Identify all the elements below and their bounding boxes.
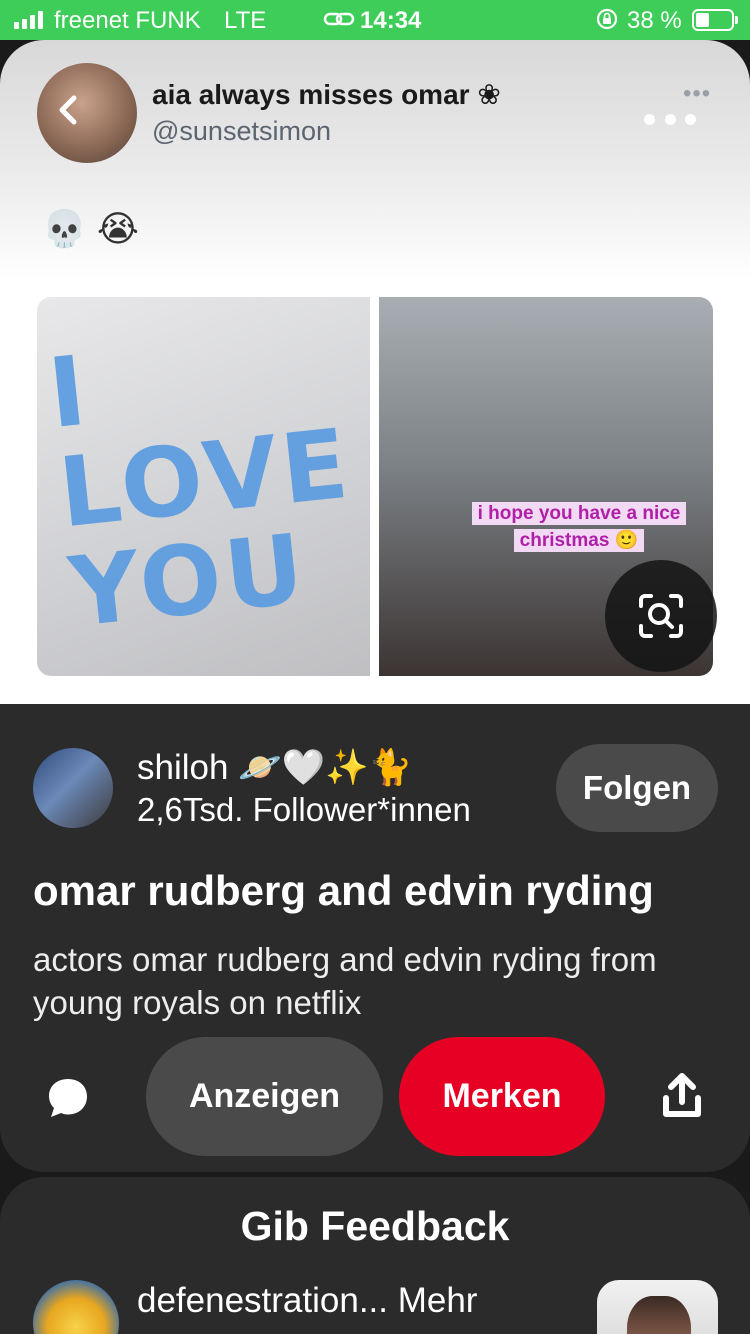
feedback-user-avatar[interactable]: [33, 1280, 119, 1334]
carrier-name: freenet FUNK: [54, 7, 201, 34]
more-options-button[interactable]: [644, 104, 696, 134]
caption-line-1: i hope you have a nice: [471, 502, 687, 525]
comment-button[interactable]: [40, 1070, 96, 1126]
share-button[interactable]: [658, 1070, 706, 1122]
battery-icon: [692, 9, 738, 31]
feedback-card: Gib Feedback defenestration... Mehr: [0, 1177, 750, 1334]
back-button[interactable]: [46, 88, 90, 132]
share-icon: [663, 1073, 701, 1117]
photo-caption-sticker: i hope you have a nice christmas 🙂: [464, 500, 694, 554]
feedback-thumbnail[interactable]: [597, 1280, 718, 1334]
feedback-item-text[interactable]: defenestration... Mehr: [137, 1281, 477, 1321]
creator-follower-count: 2,6Tsd. Follower*innen: [137, 791, 471, 828]
save-button[interactable]: Merken: [399, 1037, 605, 1156]
battery-percent: 38 %: [627, 7, 682, 34]
visual-search-button[interactable]: [605, 560, 717, 672]
pin-image[interactable]: aia always misses omar ❀ @sunsetsimon ••…: [0, 40, 750, 704]
photo-drawn-text: I LOVE YOU: [43, 334, 357, 649]
comment-bubble-icon: [49, 1079, 87, 1117]
status-bar: freenet FUNK LTE 14:34 38 %: [0, 0, 750, 40]
follow-button[interactable]: Folgen: [556, 744, 718, 832]
tweet-handle: @sunsetsimon: [152, 116, 331, 146]
tweet-emoji: 💀 😭: [42, 208, 139, 249]
view-button[interactable]: Anzeigen: [146, 1037, 383, 1156]
caption-line-2: christmas 🙂: [513, 529, 645, 552]
creator-name[interactable]: shiloh 🪐🤍✨🐈: [137, 747, 413, 788]
rotation-lock-icon: [596, 8, 618, 37]
signal-icon: [14, 11, 43, 29]
network-type: LTE: [224, 7, 267, 34]
tweet-display-name: aia always misses omar ❀: [152, 79, 501, 110]
tweet-photo-left: I LOVE YOU: [37, 297, 370, 676]
clock-time: 14:34: [360, 7, 422, 34]
creator-avatar[interactable]: [33, 748, 113, 828]
feedback-title: Gib Feedback: [240, 1203, 510, 1249]
link-icon: [323, 8, 355, 36]
pin-title: omar rudberg and edvin ryding: [33, 867, 654, 914]
chevron-left-icon: [59, 95, 77, 125]
more-dots-icon: [644, 113, 655, 125]
visual-search-icon: [639, 594, 683, 638]
pin-detail-card: aia always misses omar ❀ @sunsetsimon ••…: [0, 40, 750, 1172]
pin-description: actors omar rudberg and edvin ryding fro…: [33, 941, 657, 1021]
